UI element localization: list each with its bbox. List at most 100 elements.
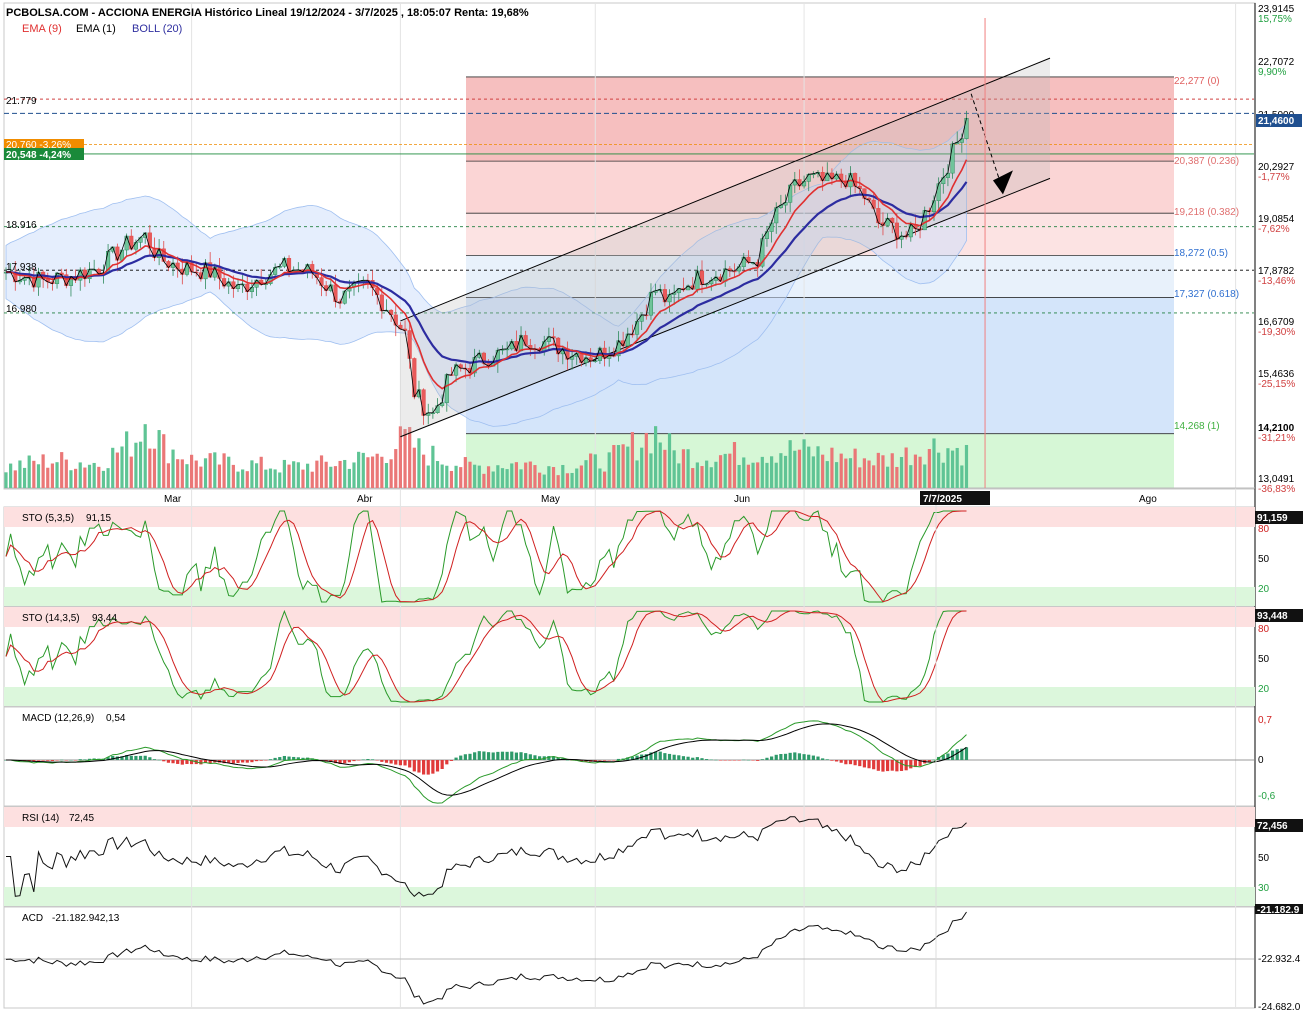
macd-histogram-bar	[732, 760, 737, 761]
macd-histogram-bar	[500, 751, 505, 760]
volume-bar	[602, 471, 607, 488]
macd-histogram-bar	[519, 752, 523, 760]
macd-histogram-bar	[259, 760, 263, 761]
stock-chart[interactable]: PCBOLSA.COM - ACCIONA ENERGIA Histórico …	[0, 0, 1310, 1012]
macd-histogram-bar	[55, 760, 59, 761]
macd-histogram-bar	[46, 760, 50, 761]
macd-level-top: 0,7	[1258, 715, 1272, 726]
candle-body	[444, 374, 449, 403]
macd-histogram-bar	[468, 753, 472, 760]
macd-histogram-bar	[667, 753, 672, 760]
volume-bar	[148, 448, 152, 488]
volume-bar	[946, 448, 950, 488]
macd-histogram-bar	[254, 760, 259, 762]
volume-bar	[333, 466, 338, 488]
macd-histogram-bar	[477, 751, 481, 760]
volume-bar	[793, 450, 797, 488]
badge-green: 20,548 -4,24%	[6, 150, 71, 161]
macd-histogram-bar	[180, 760, 184, 765]
macd-histogram-bar	[185, 760, 189, 764]
legend-boll[interactable]: BOLL (20)	[132, 23, 182, 35]
candle-body	[788, 184, 793, 203]
volume-bar	[937, 452, 941, 488]
macd-histogram-bar	[709, 759, 713, 761]
volume-bar	[505, 469, 509, 488]
volume-bar	[811, 456, 815, 488]
macd-histogram-bar	[788, 752, 792, 760]
volume-bar	[561, 464, 565, 488]
volume-bar	[199, 466, 203, 488]
macd-histogram-bar	[876, 760, 880, 771]
legend-ema1[interactable]: EMA (1)	[76, 23, 116, 35]
macd-histogram-bar	[695, 757, 699, 760]
macd-histogram-bar	[431, 760, 435, 774]
macd-histogram-bar	[765, 757, 769, 760]
macd-histogram-bar	[264, 760, 268, 761]
volume-bar	[111, 447, 115, 488]
candle-body	[950, 143, 955, 174]
macd-histogram-bar	[663, 753, 667, 760]
macd-histogram-bar	[816, 756, 820, 760]
macd-histogram-bar	[361, 759, 365, 760]
candle-body	[639, 314, 644, 322]
volume-bar	[950, 450, 955, 488]
volume-bar	[412, 447, 416, 488]
volume-bar	[672, 450, 676, 488]
macd-histogram-bar	[779, 754, 783, 760]
macd-histogram-bar	[41, 760, 45, 761]
volume-bar	[598, 468, 602, 488]
macd-histogram-bar	[602, 760, 607, 761]
macd-histogram-bar	[830, 760, 834, 761]
candle-body	[379, 294, 384, 312]
macd-histogram-bar	[821, 758, 825, 760]
volume-bar	[839, 453, 843, 488]
macd-histogram-bar	[691, 757, 695, 760]
volume-bar	[547, 466, 551, 488]
volume-bar	[125, 431, 129, 488]
volume-bar	[482, 473, 486, 488]
fib-label-100: 14,268 (1)	[1174, 421, 1220, 432]
macd-histogram-bar	[881, 760, 885, 772]
candle-body	[542, 341, 547, 352]
price-tick-pct: -13,46%	[1258, 276, 1295, 287]
macd-histogram-bar	[505, 751, 509, 760]
macd-histogram-bar	[375, 760, 379, 761]
volume-bar	[649, 453, 653, 488]
volume-bar	[960, 465, 964, 488]
volume-bar	[681, 449, 686, 488]
volume-bar	[723, 453, 727, 488]
current-price-badge: 21,4600	[1258, 116, 1295, 127]
volume-bar	[366, 457, 370, 488]
volume-bar	[64, 459, 68, 488]
macd-histogram-bar	[250, 760, 254, 763]
volume-bar	[756, 462, 760, 488]
month-may: May	[541, 494, 560, 505]
macd-histogram-bar	[742, 759, 746, 761]
macd-histogram-bar	[171, 760, 175, 764]
macd-histogram-bar	[83, 759, 87, 760]
macd-histogram-bar	[268, 759, 273, 760]
macd-histogram-bar	[565, 759, 570, 761]
macd-histogram-bar	[426, 760, 430, 775]
macd-histogram-bar	[844, 760, 848, 765]
candle-body	[324, 285, 329, 291]
volume-bar	[417, 438, 421, 488]
volume-bar	[454, 465, 458, 488]
macd-histogram-bar	[793, 752, 797, 760]
macd-line	[5, 720, 967, 804]
volume-bar	[370, 456, 375, 488]
volume-bar	[783, 455, 788, 488]
legend-ema9[interactable]: EMA (9)	[22, 23, 62, 35]
candle-body	[792, 179, 797, 186]
macd-histogram-bar	[514, 752, 518, 760]
candle-body	[834, 173, 839, 180]
volume-bar	[742, 457, 746, 488]
macd-histogram-bar	[69, 759, 73, 761]
volume-bar	[528, 461, 532, 488]
volume-bar	[524, 462, 528, 488]
sto2-value: 93,44	[92, 613, 117, 624]
candle-body	[922, 210, 927, 231]
macd-histogram-bar	[681, 756, 686, 760]
candle-body	[509, 341, 514, 350]
macd-histogram-bar	[459, 755, 463, 760]
